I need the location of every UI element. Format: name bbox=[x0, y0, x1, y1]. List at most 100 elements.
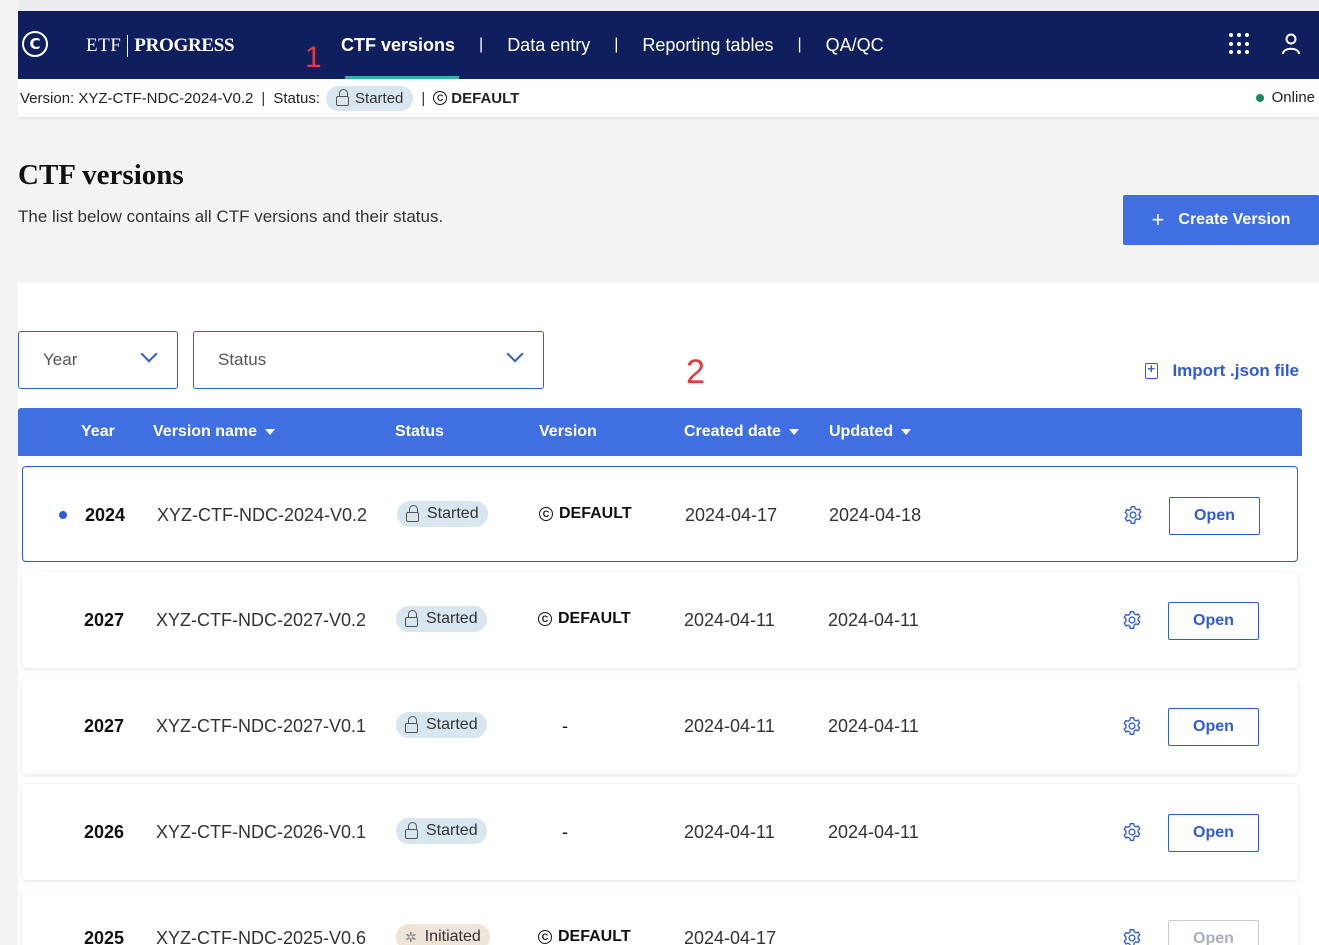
annotation-marker-1: 1 bbox=[305, 41, 322, 74]
tab-qa-qc[interactable]: QA/QC bbox=[826, 11, 884, 79]
unlock-icon bbox=[406, 504, 419, 522]
unlock-icon bbox=[405, 609, 418, 627]
file-import-icon bbox=[1145, 361, 1159, 379]
copyright-c-icon: C bbox=[539, 507, 553, 521]
row-updated-date: 2024-04-11 bbox=[828, 716, 919, 736]
row-version-name: XYZ-CTF-NDC-2024-V0.2 bbox=[157, 505, 368, 525]
row-version-name: XYZ-CTF-NDC-2027-V0.1 bbox=[156, 716, 367, 736]
col-updated[interactable]: Updated bbox=[829, 423, 911, 441]
table-row[interactable]: 2027 XYZ-CTF-NDC-2027-V0.2 Started C DEFA… bbox=[22, 572, 1298, 668]
brand[interactable]: ETF PROGRESS bbox=[86, 35, 235, 57]
table-header: Year Version name Status Version Created… bbox=[18, 408, 1302, 456]
nav-divider: | bbox=[797, 36, 802, 53]
unlock-icon bbox=[405, 715, 418, 733]
row-status-badge: Started bbox=[396, 606, 487, 632]
row-status-badge: Started bbox=[396, 712, 487, 738]
status-label: Status: bbox=[273, 89, 321, 107]
create-version-button[interactable]: + Create Version bbox=[1123, 195, 1319, 245]
row-created-date: 2024-04-11 bbox=[684, 610, 775, 630]
online-indicator: Online bbox=[1255, 89, 1315, 106]
apps-grid-icon[interactable] bbox=[1229, 33, 1251, 55]
row-version-name: XYZ-CTF-NDC-2025-V0.6 bbox=[156, 928, 367, 945]
brand-progress: PROGRESS bbox=[134, 35, 235, 56]
user-icon[interactable] bbox=[1281, 33, 1301, 55]
open-button[interactable]: Open bbox=[1168, 920, 1259, 945]
row-year: 2024 bbox=[85, 505, 126, 525]
status-bar-separator: | bbox=[421, 89, 426, 107]
online-dot-icon bbox=[1255, 93, 1264, 102]
row-version: C DEFAULT bbox=[538, 610, 631, 628]
status-filter-placeholder: Status bbox=[218, 350, 267, 369]
copyright-c-icon: C bbox=[433, 91, 448, 105]
row-updated-date: 2024-04-18 bbox=[829, 505, 922, 525]
row-version: - bbox=[562, 716, 568, 736]
un-logo-icon[interactable]: C bbox=[22, 31, 48, 57]
row-version: C DEFAULT bbox=[539, 505, 632, 523]
page-subtitle: The list below contains all CTF versions… bbox=[18, 207, 444, 226]
sort-caret-icon bbox=[265, 429, 276, 435]
plus-icon: + bbox=[1151, 207, 1165, 232]
unlock-icon bbox=[405, 821, 418, 839]
col-status: Status bbox=[395, 423, 444, 440]
row-version: - bbox=[562, 822, 568, 842]
annotation-marker-2: 2 bbox=[686, 353, 705, 391]
gear-icon[interactable] bbox=[1123, 505, 1143, 525]
table-row[interactable]: 2025 XYZ-CTF-NDC-2025-V0.6 ✲ Initiated CD… bbox=[22, 890, 1298, 945]
row-created-date: 2024-04-11 bbox=[684, 822, 775, 842]
nav-divider: | bbox=[614, 36, 619, 53]
row-version-name: XYZ-CTF-NDC-2026-V0.1 bbox=[156, 822, 367, 842]
top-nav: C ETF PROGRESS 1 CTF versions | Data ent… bbox=[18, 11, 1319, 79]
row-updated-date: 2024-04-11 bbox=[828, 822, 919, 842]
row-year: 2026 bbox=[84, 822, 125, 842]
table-row[interactable]: 2026 XYZ-CTF-NDC-2026-V0.1 Started - 202… bbox=[22, 784, 1298, 880]
tab-ctf-versions[interactable]: CTF versions bbox=[341, 11, 460, 79]
table-row[interactable]: 2024 XYZ-CTF-NDC-2024-V0.2 Started C DEFA… bbox=[22, 466, 1298, 562]
default-label: DEFAULT bbox=[451, 89, 520, 107]
create-version-label: Create Version bbox=[1178, 211, 1291, 228]
open-button[interactable]: Open bbox=[1168, 708, 1259, 746]
year-filter-select[interactable]: Year bbox=[18, 331, 178, 389]
import-json-label: Import .json file bbox=[1172, 361, 1299, 380]
row-created-date: 2024-04-17 bbox=[685, 505, 778, 525]
col-version-name[interactable]: Version name bbox=[153, 423, 276, 441]
status-filter-select[interactable]: Status bbox=[193, 331, 544, 389]
row-year: 2027 bbox=[84, 716, 125, 736]
row-status-badge: ✲ Initiated bbox=[396, 924, 490, 945]
nav-divider: | bbox=[479, 36, 484, 53]
status-bar: Version: XYZ-CTF-NDC-2024-V0.2 | Status:… bbox=[18, 79, 1319, 117]
online-label: Online bbox=[1271, 89, 1315, 106]
copyright-c-icon: C bbox=[538, 612, 552, 626]
sort-caret-icon bbox=[788, 429, 799, 435]
gear-icon[interactable] bbox=[1122, 716, 1142, 736]
tab-data-entry[interactable]: Data entry bbox=[507, 11, 590, 79]
status-badge: Started bbox=[326, 85, 414, 111]
default-version-badge: C DEFAULT bbox=[433, 90, 519, 107]
status-badge-label: Started bbox=[355, 89, 404, 107]
loading-spinner-icon: ✲ bbox=[405, 928, 417, 945]
unlock-icon bbox=[336, 88, 350, 106]
open-button[interactable]: Open bbox=[1168, 814, 1259, 852]
col-created-date[interactable]: Created date bbox=[684, 423, 799, 441]
open-button[interactable]: Open bbox=[1168, 602, 1259, 640]
open-button[interactable]: Open bbox=[1169, 497, 1260, 535]
nav-tabs: CTF versions | Data entry | Reporting ta… bbox=[341, 11, 884, 79]
versions-panel: Year Status 2 Import .json file Year Ver… bbox=[18, 283, 1319, 945]
sort-caret-icon bbox=[901, 429, 911, 435]
row-year: 2025 bbox=[84, 928, 125, 945]
row-version-name: XYZ-CTF-NDC-2027-V0.2 bbox=[156, 610, 367, 630]
tab-reporting-tables[interactable]: Reporting tables bbox=[642, 11, 773, 79]
col-year: Year bbox=[81, 423, 115, 440]
gear-icon[interactable] bbox=[1122, 822, 1142, 842]
row-created-date: 2024-04-17 bbox=[684, 928, 777, 945]
gear-icon[interactable] bbox=[1122, 610, 1142, 630]
row-status-badge: Started bbox=[397, 501, 488, 527]
current-version-text: Version: XYZ-CTF-NDC-2024-V0.2 bbox=[20, 89, 254, 107]
brand-separator bbox=[127, 35, 129, 57]
table-row[interactable]: 2027 XYZ-CTF-NDC-2027-V0.1 Started - 202… bbox=[22, 678, 1298, 774]
import-json-link[interactable]: Import .json file bbox=[1145, 361, 1299, 381]
gear-icon[interactable] bbox=[1122, 928, 1142, 945]
year-filter-placeholder: Year bbox=[43, 350, 78, 369]
app-root: C ETF PROGRESS 1 CTF versions | Data ent… bbox=[18, 11, 1319, 945]
row-updated-date: 2024-04-11 bbox=[828, 610, 919, 630]
status-bar-separator: | bbox=[261, 89, 266, 107]
